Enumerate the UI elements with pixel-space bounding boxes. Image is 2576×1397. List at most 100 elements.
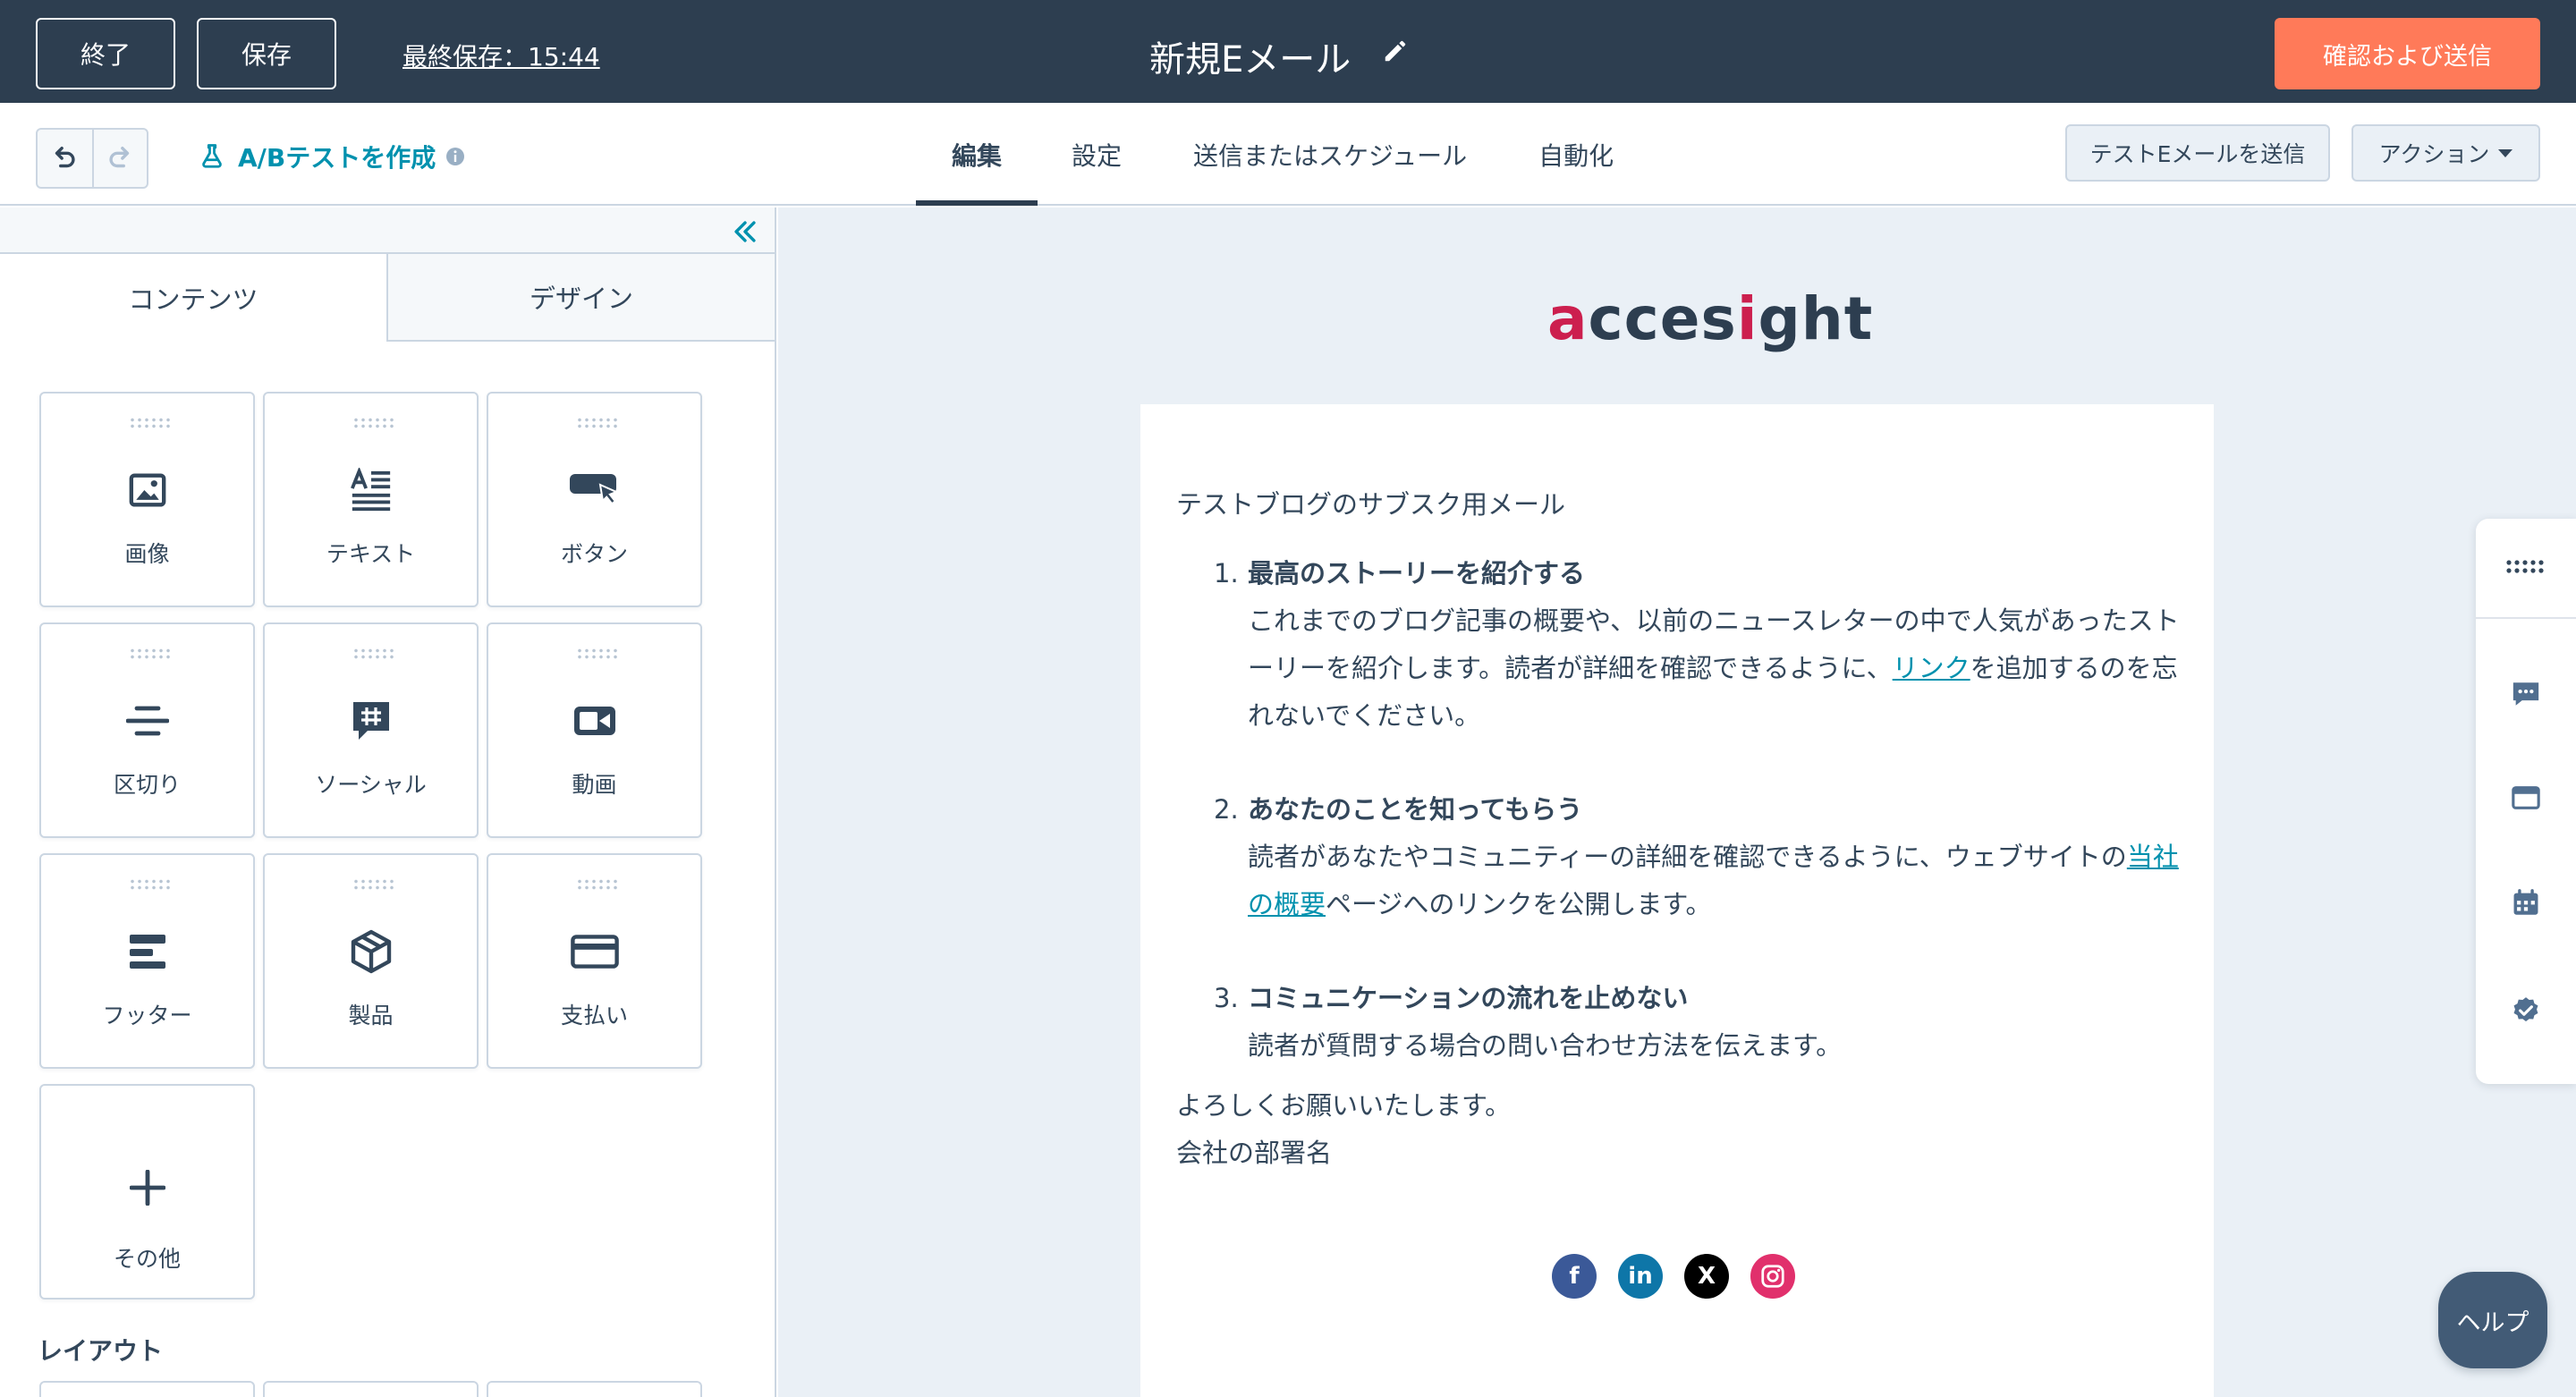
actions-dropdown[interactable]: アクション <box>2351 124 2540 182</box>
link[interactable]: リンク <box>1893 653 1970 683</box>
preview-icon <box>2512 786 2540 809</box>
module-video[interactable]: 動画 <box>487 622 702 838</box>
undo-redo-group <box>36 128 148 189</box>
tab-contents[interactable]: コンテンツ <box>0 254 386 342</box>
undo-icon <box>55 146 76 168</box>
module-label: フッター <box>102 1003 192 1029</box>
layout-tile[interactable] <box>263 1381 479 1397</box>
module-label: 支払い <box>560 1003 628 1029</box>
divider <box>2476 617 2576 619</box>
drag-handle-icon[interactable] <box>576 417 617 429</box>
drag-handle-icon[interactable] <box>352 417 394 429</box>
redo-button[interactable] <box>91 130 147 187</box>
product-icon <box>351 929 391 974</box>
plus-icon <box>129 1170 165 1206</box>
layout-tile[interactable] <box>487 1381 702 1397</box>
module-label: その他 <box>113 1246 181 1272</box>
module-divider[interactable]: 区切り <box>39 622 255 838</box>
text-icon <box>350 468 390 512</box>
calendar-icon <box>2513 889 2538 915</box>
drag-handle-icon[interactable] <box>129 417 170 429</box>
help-button[interactable]: ヘルプ <box>2438 1272 2547 1368</box>
email-department: 会社の部署名 <box>1176 1138 1333 1168</box>
tab-send-or-schedule[interactable]: 送信またはスケジュール <box>1157 103 1503 206</box>
list-item-body: 読者があなたやコミュニティーの詳細を確認できるように、ウェブサイトの当社の概要ペ… <box>1248 842 2179 919</box>
review-and-send-button[interactable]: 確認および送信 <box>2275 18 2540 89</box>
email-body[interactable]: テストブログのサブスク用メール 1. 最高のストーリーを紹介する これまでのブロ… <box>1140 404 2214 1397</box>
divider-icon <box>125 706 169 736</box>
brand-logo[interactable]: accesight <box>1547 284 1873 353</box>
tab-automation[interactable]: 自動化 <box>1503 103 1649 206</box>
drag-handle-icon[interactable] <box>129 878 170 891</box>
caret-down-icon <box>2498 148 2513 157</box>
last-saved-link[interactable]: 最終保存：15:44 <box>402 38 600 73</box>
drag-handle-icon[interactable] <box>352 878 394 891</box>
linkedin-icon[interactable]: in <box>1618 1254 1663 1299</box>
image-icon <box>129 473 165 507</box>
module-label: ボタン <box>560 541 628 567</box>
x-icon[interactable]: X <box>1684 1254 1729 1299</box>
email-list: 1. 最高のストーリーを紹介する これまでのブログ記事の概要や、以前のニュースレ… <box>1176 550 2187 1070</box>
list-item-title: コミュニケーションの流れを止めない <box>1248 983 1689 1013</box>
editor-toolbar: A/Bテストを作成 編集 設定 送信またはスケジュール 自動化 テストEメールを… <box>0 103 2576 206</box>
side-toolbar <box>2476 519 2576 1084</box>
module-social[interactable]: ソーシャル <box>263 622 479 838</box>
module-label: 製品 <box>348 1003 394 1029</box>
left-panel: コンテンツ デザイン 画像 テキスト ボタン 区切り ソーシャル 動画 フッター <box>0 207 776 1397</box>
footer-icon <box>129 935 165 969</box>
comment-icon <box>2512 682 2539 706</box>
email-closing: よろしくお願いいたします。 <box>1176 1090 1512 1121</box>
save-button[interactable]: 保存 <box>197 18 336 89</box>
tab-edit[interactable]: 編集 <box>916 103 1038 206</box>
module-payment[interactable]: 支払い <box>487 853 702 1069</box>
drag-handle-icon[interactable] <box>352 648 394 660</box>
module-product[interactable]: 製品 <box>263 853 479 1069</box>
email-rich-text[interactable]: テストブログのサブスク用メール 1. 最高のストーリーを紹介する これまでのブロ… <box>1176 481 2187 1177</box>
grid-button[interactable] <box>2476 540 2576 594</box>
ab-test-link[interactable]: A/Bテストを作成 <box>199 139 479 174</box>
ab-test-label: A/Bテストを作成 <box>238 143 436 173</box>
module-button[interactable]: ボタン <box>487 392 702 607</box>
exit-button[interactable]: 終了 <box>36 18 175 89</box>
list-item: 1. 最高のストーリーを紹介する これまでのブログ記事の概要や、以前のニュースレ… <box>1176 550 2187 740</box>
grid-icon <box>2506 560 2544 573</box>
panel-collapse-bar <box>0 207 775 254</box>
double-chevron-left-icon[interactable] <box>730 216 760 247</box>
drag-handle-icon[interactable] <box>129 648 170 660</box>
module-label: テキスト <box>326 541 416 567</box>
button-icon <box>569 474 619 505</box>
pencil-icon[interactable] <box>1382 38 1409 64</box>
facebook-icon[interactable]: f <box>1552 1254 1597 1299</box>
actions-label: アクション <box>2378 141 2490 167</box>
module-more[interactable]: その他 <box>39 1084 255 1300</box>
module-footer[interactable]: フッター <box>39 853 255 1069</box>
social-links[interactable]: f in X <box>1552 1254 1795 1299</box>
check-badge-icon <box>2513 997 2538 1022</box>
module-label: 画像 <box>124 541 170 567</box>
tab-settings[interactable]: 設定 <box>1036 103 1157 206</box>
list-item-body: これまでのブログ記事の概要や、以前のニュースレターの中で人気があったストーリーを… <box>1248 605 2180 731</box>
drag-handle-icon[interactable] <box>576 878 617 891</box>
module-label: 区切り <box>113 772 181 798</box>
instagram-icon[interactable] <box>1750 1254 1795 1299</box>
list-item-title: あなたのことを知ってもらう <box>1248 794 1583 825</box>
comments-button[interactable] <box>2476 667 2576 721</box>
tab-design[interactable]: デザイン <box>386 254 775 342</box>
schedule-button[interactable] <box>2476 876 2576 930</box>
preview-button[interactable] <box>2476 771 2576 825</box>
module-label: ソーシャル <box>315 772 427 798</box>
redo-icon <box>109 146 130 168</box>
video-icon <box>573 707 615 735</box>
undo-button[interactable] <box>38 130 92 187</box>
email-title: 新規Eメール <box>1149 39 1352 80</box>
info-icon[interactable] <box>445 146 466 167</box>
layout-heading: レイアウト <box>38 1336 164 1366</box>
list-item-title: 最高のストーリーを紹介する <box>1248 558 1586 588</box>
send-test-email-button[interactable]: テストEメールを送信 <box>2065 124 2330 182</box>
module-image[interactable]: 画像 <box>39 392 255 607</box>
layout-tile[interactable] <box>39 1381 255 1397</box>
drag-handle-icon[interactable] <box>576 648 617 660</box>
module-text[interactable]: テキスト <box>263 392 479 607</box>
panel-tabs: コンテンツ デザイン <box>0 254 775 342</box>
check-button[interactable] <box>2476 984 2576 1037</box>
